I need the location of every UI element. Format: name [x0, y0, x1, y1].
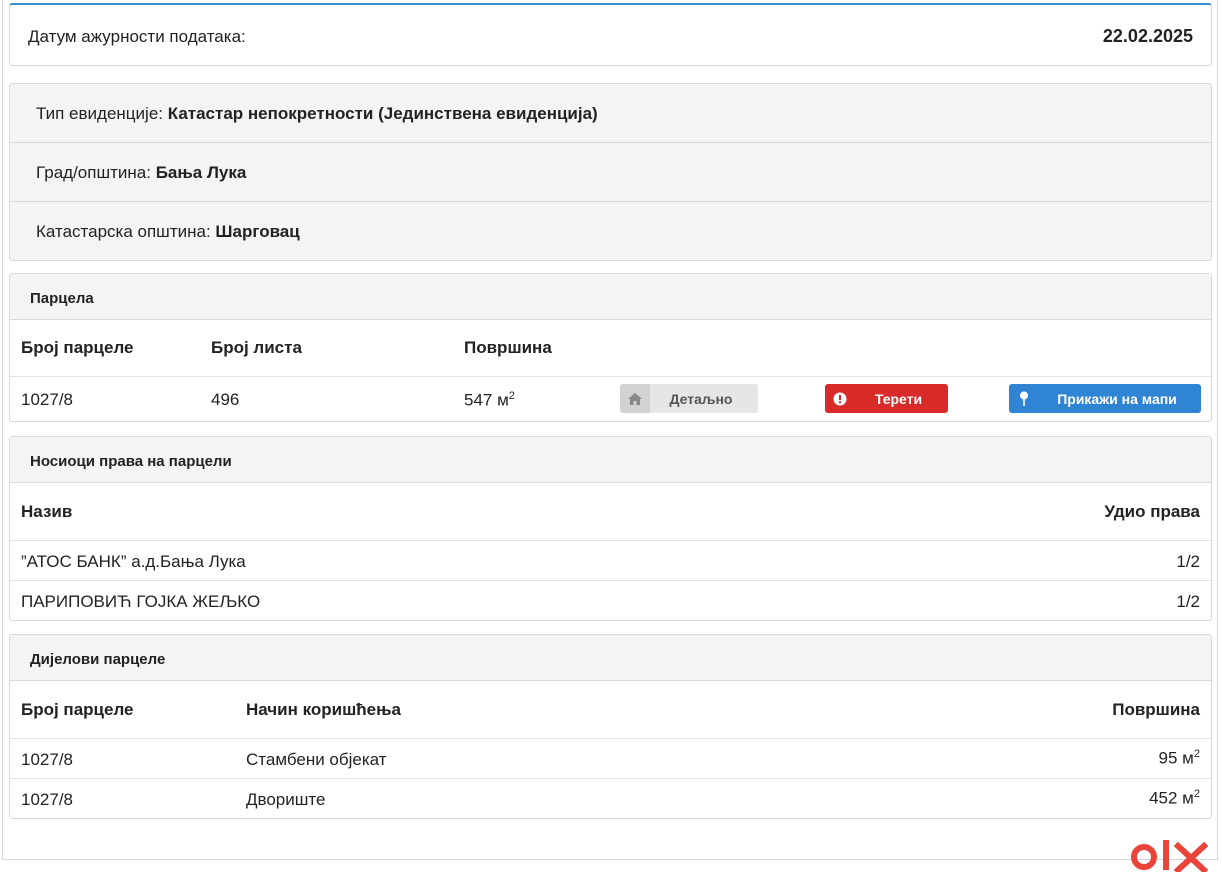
parcel-panel: Парцела Број парцеле Број листа Површина…: [9, 273, 1212, 422]
record-info-panel: Тип евиденције: Катастар непокретности (…: [9, 83, 1212, 261]
col-usage: Начин коришћења: [246, 700, 401, 719]
map-pin-icon: [1009, 384, 1039, 413]
detail-button-label: Детаљно: [669, 390, 733, 407]
city-value: Бања Лука: [155, 163, 247, 182]
parcel-number: 1027/8: [21, 390, 73, 409]
table-row: ”АТОС БАНК” а.д.Бања Лука 1/2: [10, 541, 1211, 581]
owners-table-header: Назив Удио права: [10, 483, 1211, 541]
olx-logo: [1130, 838, 1212, 872]
owner-name: ПАРИПОВИЋ ГОЈКА ЖЕЉКО: [21, 592, 261, 611]
rights-holders-title: Носиоци права на парцели: [30, 453, 232, 470]
city-row: Град/општина: Бања Лука: [10, 143, 1211, 202]
show-on-map-label: Прикажи на мапи: [1057, 390, 1177, 407]
parts-table-header: Број парцеле Начин коришћења Површина: [10, 681, 1211, 739]
part-parcel-number: 1027/8: [21, 790, 73, 809]
col-parcel-number: Број парцеле: [21, 338, 134, 357]
record-type-value: Катастар непокретности (Јединствена евид…: [167, 104, 598, 123]
owner-name: ”АТОС БАНК” а.д.Бања Лука: [21, 552, 246, 571]
rights-holders-header: Носиоци права на парцели: [10, 437, 1211, 483]
burdens-button-label: Терети: [874, 390, 923, 407]
record-type-label: Тип евиденције:: [36, 104, 163, 123]
table-row: 1027/8 496 547 м2 Детаљно Терети Прикажи…: [10, 377, 1211, 421]
table-row: ПАРИПОВИЋ ГОЈКА ЖЕЉКО 1/2: [10, 581, 1211, 620]
part-parcel-number: 1027/8: [21, 750, 73, 769]
rights-holders-panel: Носиоци права на парцели Назив Удио прав…: [9, 436, 1212, 621]
parcel-area: 547 м2: [464, 390, 515, 410]
col-sheet-number: Број листа: [211, 338, 302, 357]
detail-button[interactable]: Детаљно: [620, 384, 758, 413]
data-update-label: Датум ажурности података:: [28, 27, 246, 46]
show-on-map-button[interactable]: Прикажи на мапи: [1009, 384, 1201, 413]
data-update-value: 22.02.2025: [1102, 26, 1193, 46]
part-area: 452 м2: [1149, 788, 1200, 808]
burdens-button[interactable]: Терети: [825, 384, 948, 413]
table-row: 1027/8 Двориште 452 м2: [10, 779, 1211, 818]
part-usage: Двориште: [246, 790, 326, 809]
home-icon: [620, 384, 650, 413]
parcel-title: Парцела: [30, 290, 94, 307]
sheet-number: 496: [211, 390, 240, 409]
owner-share: 1/2: [1176, 592, 1200, 611]
col-part-area: Површина: [1112, 700, 1200, 719]
cadastral-municipality-label: Катастарска општина:: [36, 222, 211, 241]
table-row: 1027/8 Стамбени објекат 95 м2: [10, 739, 1211, 779]
cadastral-municipality-row: Катастарска општина: Шарговац: [10, 202, 1211, 261]
exclamation-circle-icon: [825, 384, 855, 413]
parcel-parts-header: Дијелови парцеле: [10, 635, 1211, 681]
col-area: Површина: [464, 338, 552, 357]
data-update-panel: Датум ажурности података: 22.02.2025: [9, 3, 1212, 66]
col-share: Удио права: [1104, 502, 1200, 521]
city-label: Град/општина:: [36, 163, 151, 182]
col-part-parcel-number: Број парцеле: [21, 700, 134, 719]
parcel-parts-title: Дијелови парцеле: [30, 651, 166, 668]
parcel-table-header: Број парцеле Број листа Површина: [10, 320, 1211, 377]
col-name: Назив: [21, 502, 73, 521]
owner-share: 1/2: [1176, 552, 1200, 571]
olx-logo-icon: [1131, 840, 1209, 872]
part-usage: Стамбени објекат: [246, 750, 387, 769]
part-area: 95 м2: [1158, 748, 1200, 768]
parcel-header: Парцела: [10, 274, 1211, 320]
record-type-row: Тип евиденције: Катастар непокретности (…: [10, 84, 1211, 143]
cadastral-municipality-value: Шарговац: [215, 222, 300, 241]
parcel-parts-panel: Дијелови парцеле Број парцеле Начин кори…: [9, 634, 1212, 819]
